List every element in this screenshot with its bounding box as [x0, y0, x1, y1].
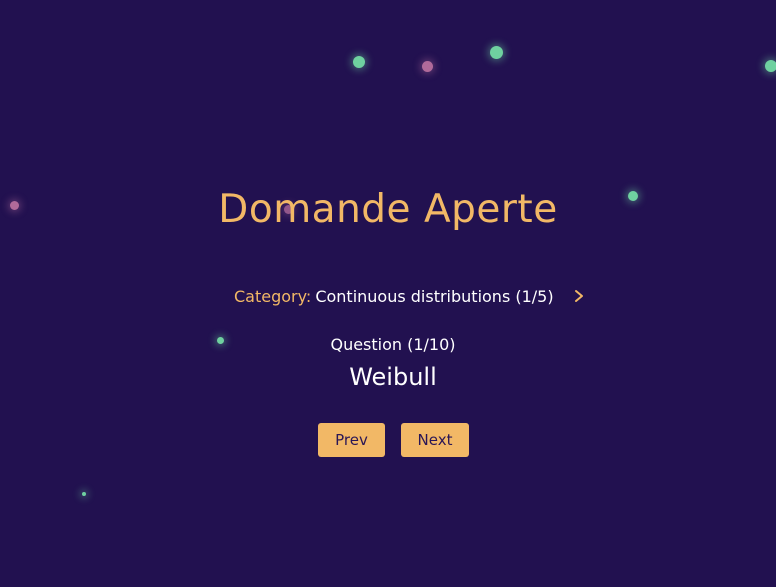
category-value: Continuous distributions (1/5): [315, 286, 554, 306]
particle-dot: [353, 56, 365, 68]
particle-dot: [82, 492, 86, 496]
prev-button[interactable]: Prev: [318, 423, 385, 457]
page-title: Domande Aperte: [218, 187, 558, 232]
next-button[interactable]: Next: [401, 423, 469, 457]
question-counter: Question (1/10): [330, 335, 456, 354]
category-label: Category:: [234, 286, 312, 306]
category-row: Category: Continuous distributions (1/5): [234, 284, 588, 308]
particle-dot: [765, 60, 776, 72]
next-category-button[interactable]: [570, 284, 588, 308]
particle-dot: [490, 46, 503, 59]
particle-dot: [422, 61, 433, 72]
quiz-screen: Domande Aperte Category: Continuous dist…: [0, 0, 776, 587]
question-text: Weibull: [349, 363, 437, 391]
chevron-right-icon: [574, 290, 583, 302]
